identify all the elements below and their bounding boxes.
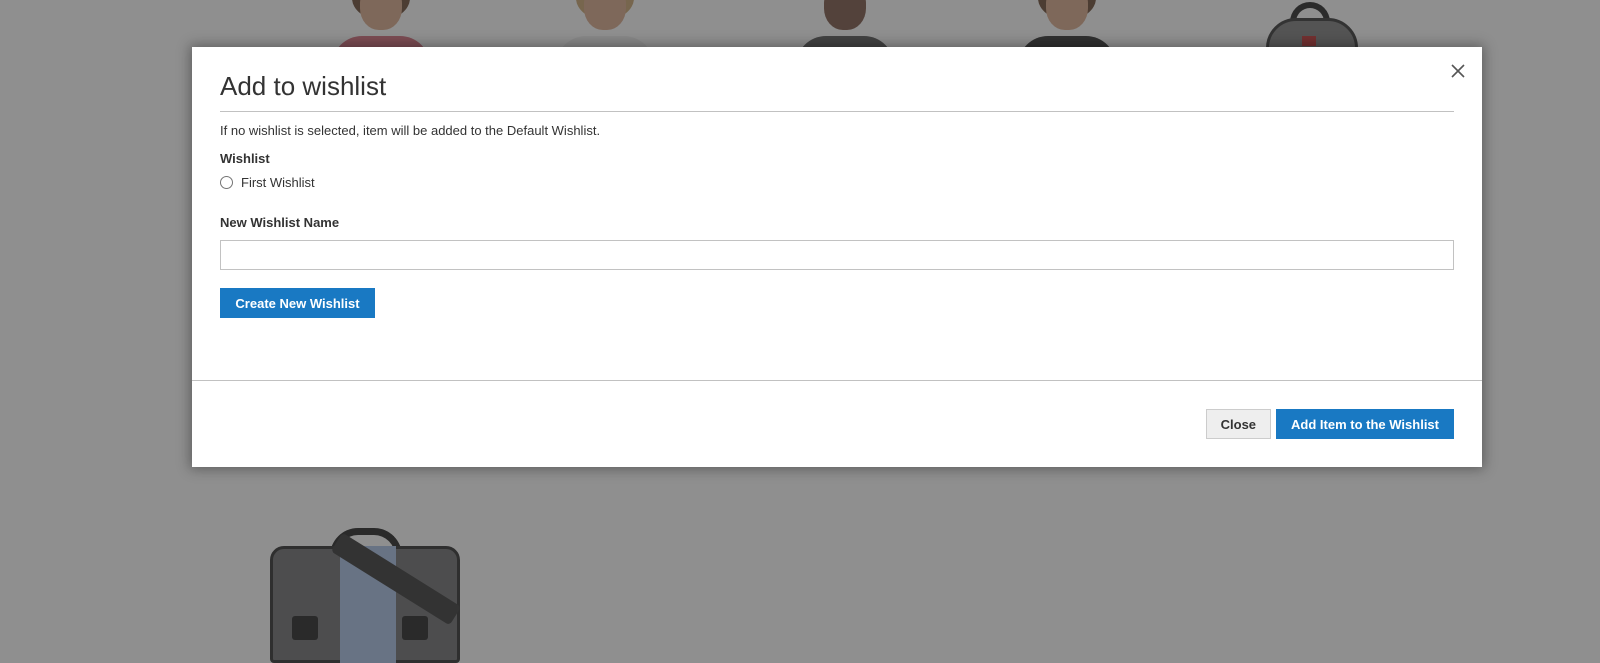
default-wishlist-notice: If no wishlist is selected, item will be…: [220, 123, 601, 138]
wishlist-label: Wishlist: [220, 151, 270, 166]
modal-title: Add to wishlist: [220, 71, 387, 101]
new-wishlist-name-label: New Wishlist Name: [220, 215, 340, 230]
close-modal-button[interactable]: [1446, 59, 1470, 83]
create-new-wishlist-button[interactable]: Create New Wishlist: [220, 288, 375, 318]
new-wishlist-name-input[interactable]: [220, 240, 1454, 270]
wishlist-radio[interactable]: [220, 176, 233, 189]
wishlist-option-label[interactable]: First Wishlist: [241, 175, 315, 190]
modal-footer-actions: Close Add Item to the Wishlist: [1205, 409, 1454, 439]
add-to-wishlist-modal: Add to wishlist If no wishlist is select…: [192, 47, 1482, 467]
modal-header: Add to wishlist: [220, 47, 1465, 112]
modal-footer-divider: [192, 380, 1482, 381]
close-button[interactable]: Close: [1205, 409, 1272, 439]
add-item-to-wishlist-button[interactable]: Add Item to the Wishlist: [1276, 409, 1454, 439]
close-icon: [1451, 64, 1465, 78]
wishlist-option-first-wishlist[interactable]: First Wishlist: [220, 175, 315, 190]
